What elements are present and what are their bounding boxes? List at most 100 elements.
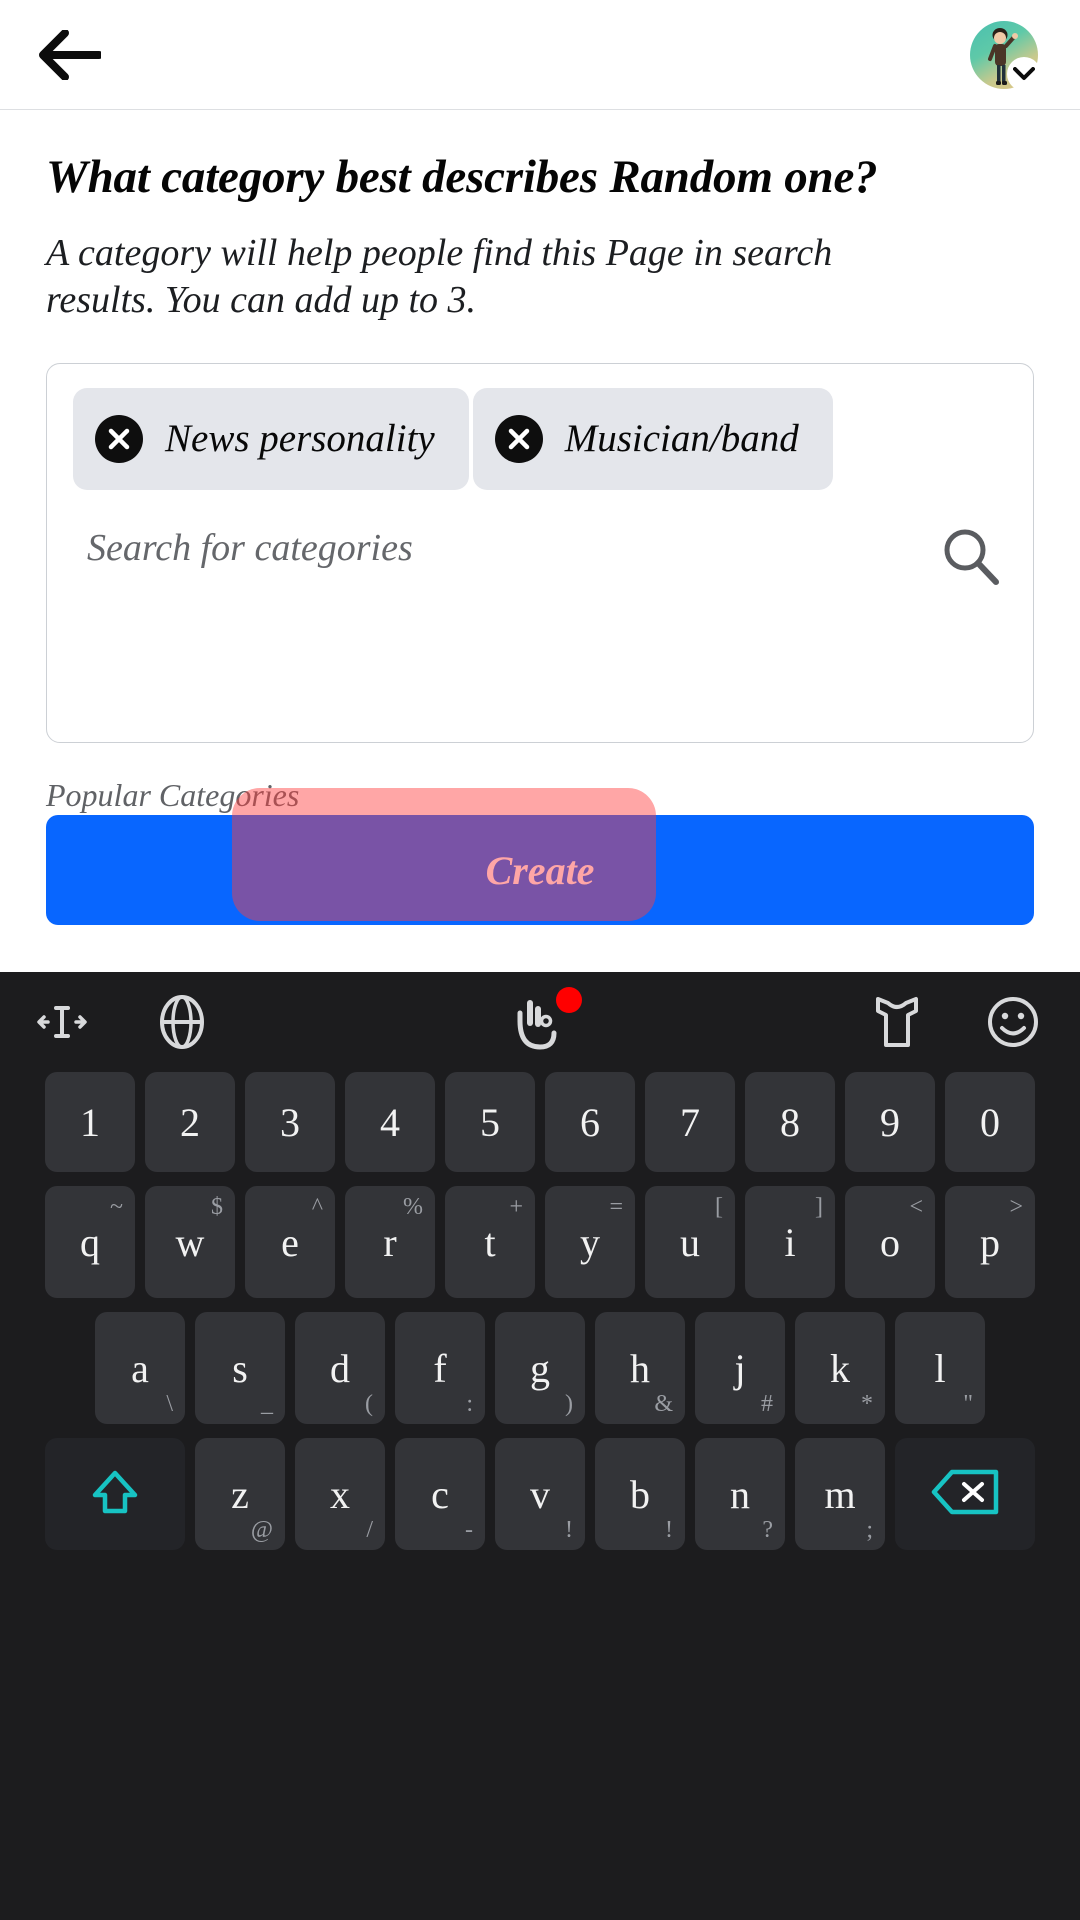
key-9[interactable]: 9 [845,1072,935,1172]
key-label: g [530,1345,550,1391]
key-label: a [131,1345,149,1391]
theme-shirt-icon[interactable] [866,993,928,1051]
key-label: p [980,1219,1000,1265]
key-q[interactable]: ~ q [45,1186,135,1298]
key-x[interactable]: x / [295,1438,385,1550]
key-j[interactable]: j # [695,1312,785,1424]
page-title: What category best describes Random one? [46,151,878,203]
key-7[interactable]: 7 [645,1072,735,1172]
key-f[interactable]: f: [395,1312,485,1424]
key-sub-label: ? [762,1517,773,1543]
key-d[interactable]: d( [295,1312,385,1424]
hand-gesture-icon[interactable] [510,987,582,1053]
keyboard-toolbar [0,972,1080,1072]
back-button[interactable] [34,19,106,91]
key-y[interactable]: = y [545,1186,635,1298]
key-a[interactable]: a \ [95,1312,185,1424]
key-5[interactable]: 5 [445,1072,535,1172]
key-g[interactable]: g) [495,1312,585,1424]
key-0[interactable]: 0 [945,1072,1035,1172]
key-4[interactable]: 4 [345,1072,435,1172]
key-w[interactable]: $ w [145,1186,235,1298]
key-sub-label: " [963,1391,973,1417]
key-n[interactable]: n? [695,1438,785,1550]
search-icon[interactable] [939,524,1003,588]
key-label: q [80,1219,100,1265]
key-p[interactable]: > p [945,1186,1035,1298]
key-label: k [830,1345,850,1391]
key-sub-label: _ [261,1391,273,1417]
close-circle-icon[interactable] [494,414,543,463]
key-sub-label: \ [166,1391,173,1417]
category-chip-label: News personality [165,417,435,461]
key-z[interactable]: z @ [195,1438,285,1550]
key-3[interactable]: 3 [245,1072,335,1172]
key-label: b [630,1471,650,1517]
key-label: m [824,1471,856,1517]
create-button[interactable]: Create [46,815,1034,925]
profile-switcher[interactable] [970,20,1041,91]
backspace-key[interactable] [895,1438,1035,1550]
key-label: 3 [280,1099,300,1145]
key-label: o [880,1219,900,1265]
notification-badge-dot [556,987,582,1013]
globe-language-icon[interactable] [152,992,212,1052]
key-sub-label: [ [715,1194,723,1220]
key-sub-label: < [909,1194,923,1220]
key-b[interactable]: b! [595,1438,685,1550]
key-v[interactable]: v! [495,1438,585,1550]
popular-categories-label: Popular Categories [46,776,300,813]
on-screen-keyboard: 1 2 3 4 5 6 7 8 9 0 ~ q $ w ^ e % r + t = y [u… [0,972,1080,1920]
key-sub-label: & [654,1391,673,1417]
key-e[interactable]: ^ e [245,1186,335,1298]
key-k[interactable]: k * [795,1312,885,1424]
shift-key[interactable] [45,1438,185,1550]
key-label: d [330,1345,350,1391]
key-8[interactable]: 8 [745,1072,835,1172]
key-sub-label: > [1009,1194,1023,1220]
key-label: 6 [580,1099,600,1145]
key-2[interactable]: 2 [145,1072,235,1172]
selected-category-chips: News personality Musician/band [73,387,1007,510]
key-label: j [734,1345,746,1391]
key-h[interactable]: h & [595,1312,685,1424]
keyboard-row-numbers: 1 2 3 4 5 6 7 8 9 0 [8,1072,1072,1172]
key-label: i [784,1219,796,1265]
category-chip[interactable]: Musician/band [472,387,833,490]
close-circle-icon[interactable] [95,414,143,463]
key-r[interactable]: % r [345,1186,435,1298]
key-c[interactable]: c- [395,1438,485,1550]
key-s[interactable]: s _ [195,1312,285,1424]
key-label: 0 [980,1099,1000,1145]
key-label: r [383,1219,397,1265]
key-l[interactable]: l " [895,1312,985,1424]
key-label: e [281,1219,299,1265]
category-chip[interactable]: News personality [73,387,469,490]
key-m[interactable]: m; [795,1438,885,1550]
key-sub-label: + [509,1194,523,1220]
key-sub-label: ) [565,1391,573,1417]
key-sub-label: / [366,1517,373,1543]
key-t[interactable]: + t [445,1186,535,1298]
emoji-icon[interactable] [984,993,1042,1051]
key-sub-label: $ [211,1194,223,1220]
key-i[interactable]: ] i [745,1186,835,1298]
key-6[interactable]: 6 [545,1072,635,1172]
key-1[interactable]: 1 [45,1072,135,1172]
key-sub-label: @ [250,1517,273,1543]
key-sub-label: - [465,1517,473,1543]
key-sub-label: % [403,1194,423,1220]
category-selector[interactable]: News personality Musician/band Search fo… [46,362,1034,743]
key-label: h [630,1345,650,1391]
key-label: t [484,1219,496,1265]
key-sub-label: ; [866,1517,873,1543]
cursor-move-icon[interactable] [34,994,90,1050]
key-label: 8 [780,1099,800,1145]
key-o[interactable]: < o [845,1186,935,1298]
key-u[interactable]: [u [645,1186,735,1298]
key-label: x [330,1471,350,1517]
key-sub-label: ^ [311,1194,323,1220]
key-label: 4 [380,1099,400,1145]
category-search-input[interactable]: Search for categories [73,510,1007,570]
chevron-down-icon[interactable] [1007,56,1041,91]
